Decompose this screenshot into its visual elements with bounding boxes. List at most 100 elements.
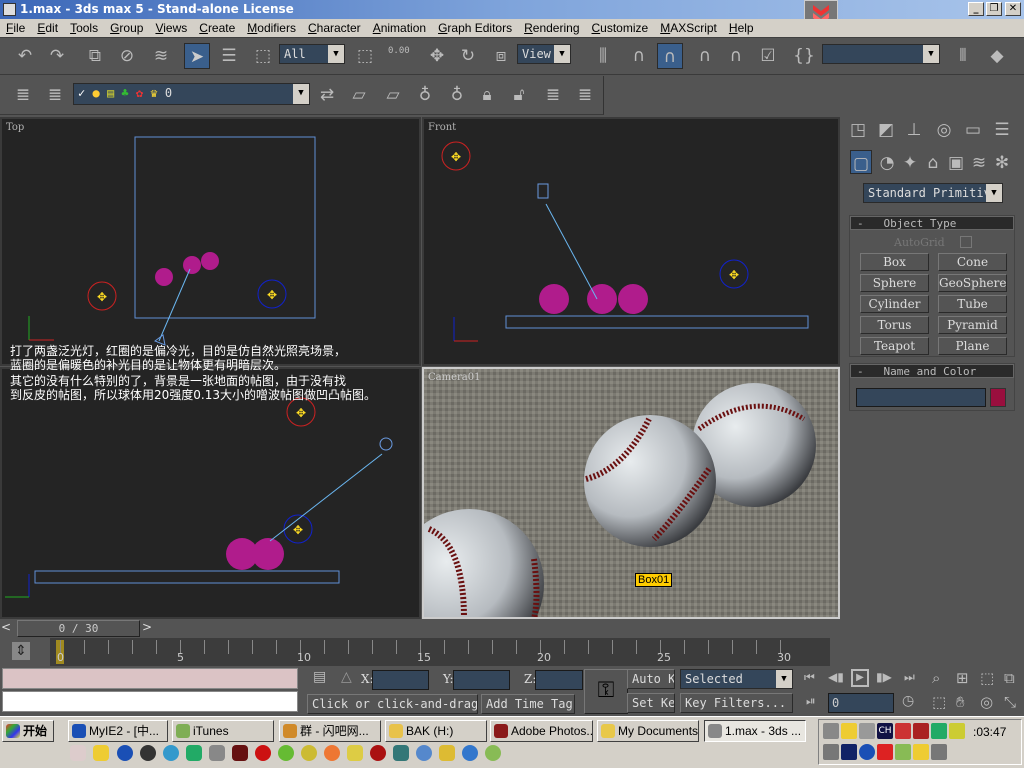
rollout-header[interactable]: - Name and Color [850, 364, 1014, 378]
maxscript-listener-mini[interactable] [2, 668, 298, 689]
z-coord-input[interactable] [535, 670, 583, 690]
key-mode-toggle-icon[interactable]: ⏯ [806, 694, 816, 709]
viewport-left[interactable]: ✥ ✥ [0, 367, 421, 619]
track-bar-toggle[interactable]: ⇕ [0, 638, 50, 666]
tray-antivirus-icon[interactable] [913, 723, 929, 739]
tray-download-icon[interactable] [913, 744, 929, 760]
lock-closed-icon[interactable]: 🔒︎ [474, 82, 500, 108]
named-selection-braces-icon[interactable]: {} [791, 43, 817, 69]
geometry-icon[interactable]: ▢ [850, 150, 872, 174]
tray-ime-icon[interactable] [895, 723, 911, 739]
tray-language-icon[interactable]: CH [877, 723, 893, 739]
cone-button[interactable]: Cone [938, 253, 1007, 271]
quicklaunch-photoshop-icon[interactable] [232, 745, 248, 761]
quicklaunch-myie-icon[interactable] [117, 745, 133, 761]
tube-button[interactable]: Tube [938, 295, 1007, 313]
pan-hand-icon[interactable]: ✋︎ [956, 693, 965, 711]
move-icon[interactable]: ✥ [424, 43, 450, 69]
menu-rendering[interactable]: Rendering [518, 19, 585, 38]
tray-network-icon[interactable] [823, 723, 839, 739]
arc-rotate-icon[interactable]: ◎ [980, 693, 993, 711]
zoom-icon[interactable]: ⌕ [932, 669, 940, 687]
pyramid-button[interactable]: Pyramid [938, 316, 1007, 334]
quicklaunch-3dsmax-icon[interactable] [209, 745, 225, 761]
menu-help[interactable]: Help [723, 19, 760, 38]
display-tab-icon[interactable]: ▭ [960, 117, 986, 143]
object-color-swatch[interactable] [990, 388, 1006, 407]
modify-tab-icon[interactable]: ◩ [873, 117, 899, 143]
track-bar[interactable]: 0 5 10 15 20 25 30 [50, 638, 830, 666]
menu-views[interactable]: Views [149, 19, 193, 38]
zoom-extents-all-icon[interactable]: ⧉ [1004, 669, 1015, 687]
tray-flashget-icon[interactable] [877, 744, 893, 760]
tray-myie-icon[interactable] [859, 744, 875, 760]
menu-edit[interactable]: Edit [31, 19, 64, 38]
undo-icon[interactable]: ↶ [12, 43, 38, 69]
clock[interactable]: :03:47 [973, 725, 1006, 739]
lock-open-icon[interactable]: 🔓︎ [506, 82, 532, 108]
layer-manager-icon[interactable]: ≣ [10, 82, 36, 108]
quicklaunch-dreamweaver-icon[interactable] [278, 745, 294, 761]
percent-snap-icon[interactable]: ∩ [692, 43, 718, 69]
task-myie2[interactable]: MyIE2 - [中... [68, 720, 168, 742]
quicklaunch-winamp-icon[interactable] [439, 745, 455, 761]
x-coord-input[interactable] [372, 670, 429, 690]
quicklaunch-media-icon[interactable] [370, 745, 386, 761]
shapes-icon[interactable]: ◔ [876, 150, 898, 176]
quicklaunch-flash-icon[interactable] [255, 745, 271, 761]
task-itunes[interactable]: iTunes [172, 720, 274, 742]
tray-screen-icon[interactable] [841, 744, 857, 760]
rollout-header[interactable]: - Object Type [850, 216, 1014, 230]
category-dropdown[interactable]: Standard Primitiv ▼ [863, 183, 1003, 203]
tray-update-icon[interactable] [931, 723, 947, 739]
box-button[interactable]: Box [860, 253, 929, 271]
minimize-button[interactable]: _ [968, 2, 984, 16]
unlink-selection-icon[interactable]: ⊘ [114, 43, 140, 69]
spinner-value[interactable]: 0.00 [388, 46, 410, 56]
torus-button[interactable]: Torus [860, 316, 929, 334]
ref-coord-dropdown[interactable]: View ▼ [517, 44, 571, 64]
layer-dropdown[interactable]: ✓ ● ▤ ♣ ✿ ♛ 0 ▼ [73, 83, 310, 105]
select-object-icon[interactable]: ➤ [184, 43, 210, 69]
quicklaunch-fireworks-icon[interactable] [301, 745, 317, 761]
task-bak-drive[interactable]: BAK (H:) [385, 720, 487, 742]
menu-group[interactable]: Group [104, 19, 149, 38]
tray-network2-icon[interactable] [823, 744, 839, 760]
quicklaunch-desktop-icon[interactable] [393, 745, 409, 761]
tray-volume-icon[interactable] [841, 723, 857, 739]
time-slider-thumb[interactable]: 0 / 30 [17, 620, 140, 637]
menu-character[interactable]: Character [302, 19, 367, 38]
edit-named-selection-icon[interactable]: ☑ [755, 43, 781, 69]
auto-key-button[interactable]: Auto Key [627, 669, 675, 689]
task-my-documents[interactable]: My Documents [597, 720, 699, 742]
freeze-light-icon[interactable]: ♁ [444, 82, 470, 108]
set-current-layer-icon[interactable]: ▱ [380, 82, 406, 108]
menu-graph-editors[interactable]: Graph Editors [432, 19, 518, 38]
object-name-input[interactable] [856, 388, 986, 407]
selection-filter-dropdown[interactable]: All ▼ [279, 44, 345, 64]
current-frame-input[interactable]: 0 [828, 693, 894, 713]
tray-itunes-icon[interactable] [895, 744, 911, 760]
hierarchy-tab-icon[interactable]: ⊥ [901, 117, 927, 143]
quicklaunch-terminal-icon[interactable] [186, 745, 202, 761]
quicklaunch-quicktime-icon[interactable] [462, 745, 478, 761]
quicklaunch-messenger-icon[interactable] [347, 745, 363, 761]
zoom-extents-icon[interactable]: ⬚ [980, 669, 994, 687]
absolute-mode-icon[interactable]: △ [341, 669, 352, 685]
status-line[interactable] [2, 691, 298, 712]
quicklaunch-ie-icon[interactable] [163, 745, 179, 761]
maximize-viewport-icon[interactable]: ⤡ [1004, 693, 1016, 711]
create-tab-icon[interactable]: ◳ [845, 117, 871, 143]
align-icon[interactable]: ◆ [984, 43, 1010, 69]
snap-3d-icon[interactable]: ∩ [626, 43, 652, 69]
add-time-tag-button[interactable]: Add Time Tag [481, 694, 575, 714]
menu-modifiers[interactable]: Modifiers [241, 19, 302, 38]
rotate-icon[interactable]: ↻ [455, 43, 481, 69]
sphere-button[interactable]: Sphere [860, 274, 929, 292]
tray-network3-icon[interactable] [931, 744, 947, 760]
space-warps-icon[interactable]: ≋ [968, 150, 990, 176]
key-filters-button[interactable]: Key Filters... [680, 693, 793, 713]
select-objects-in-layer-icon[interactable]: ▱ [346, 82, 372, 108]
quicklaunch-balloon-icon[interactable] [324, 745, 340, 761]
quicklaunch-itunes-icon[interactable] [485, 745, 501, 761]
